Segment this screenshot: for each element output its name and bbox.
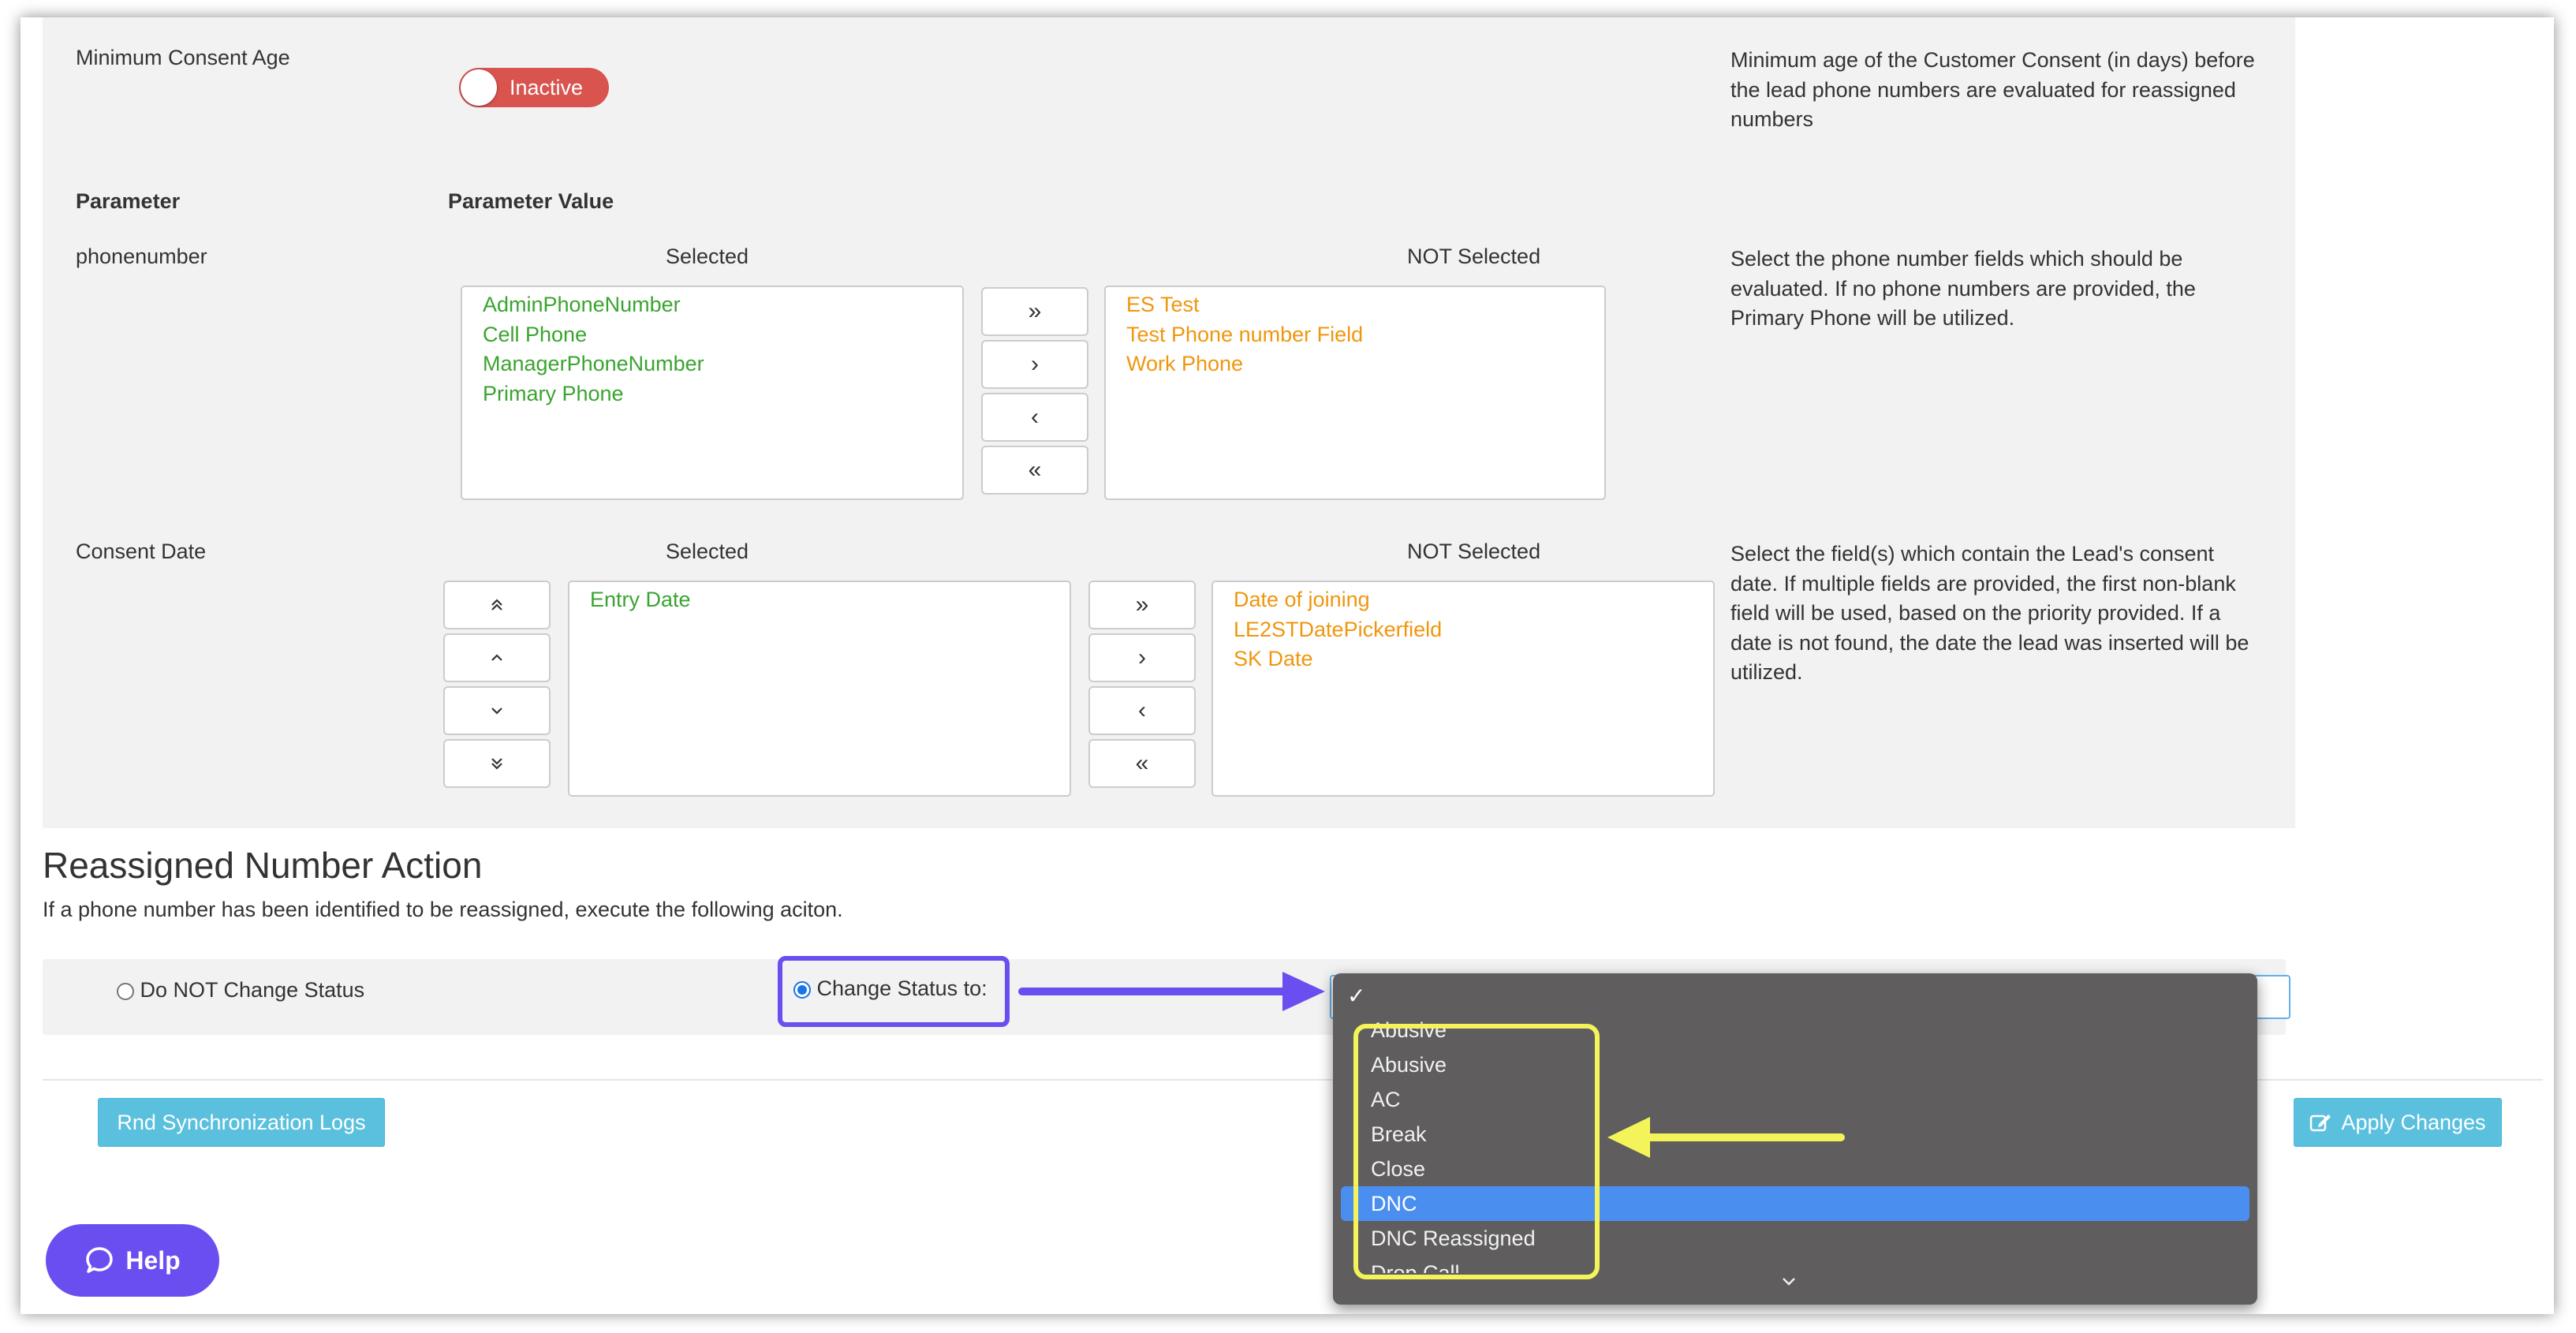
list-item[interactable]: Entry Date xyxy=(569,585,1070,615)
toggle-state-label: Inactive xyxy=(510,76,584,99)
help-button[interactable]: Help xyxy=(46,1224,219,1297)
move-left-button[interactable]: ‹ xyxy=(981,393,1088,442)
phonenumber-move-buttons: » › ‹ « xyxy=(981,287,1088,498)
consent-date-not-selected-header: NOT Selected xyxy=(1407,540,1541,563)
toggle-knob xyxy=(461,69,497,106)
move-up-button[interactable] xyxy=(443,633,551,682)
list-item[interactable]: Date of joining xyxy=(1213,585,1713,615)
move-all-left-button[interactable]: « xyxy=(981,446,1088,495)
parameter-value-column-header: Parameter Value xyxy=(448,189,614,213)
parameter-column-header: Parameter xyxy=(76,189,181,213)
phonenumber-selected-list[interactable]: AdminPhoneNumber Cell Phone ManagerPhone… xyxy=(461,286,964,500)
list-item[interactable]: ES Test xyxy=(1106,290,1604,320)
double-chevron-down-icon xyxy=(491,758,502,770)
app-window: Minimum Consent Age Inactive Minimum age… xyxy=(21,17,2554,1314)
consent-age-description: Minimum age of the Customer Consent (in … xyxy=(1730,48,2255,131)
consent-date-selected-list[interactable]: Entry Date xyxy=(568,581,1071,797)
move-right-button[interactable]: › xyxy=(1088,633,1196,682)
chevron-down-icon xyxy=(491,708,502,715)
phonenumber-description: Select the phone number fields which sho… xyxy=(1730,247,2196,330)
reassigned-action-title: Reassigned Number Action xyxy=(43,845,483,886)
consent-age-label: Minimum Consent Age xyxy=(76,46,290,69)
move-to-bottom-button[interactable] xyxy=(443,739,551,788)
consent-date-description: Select the field(s) which contain the Le… xyxy=(1730,542,2249,684)
chat-bubble-icon xyxy=(86,1247,114,1273)
move-down-button[interactable] xyxy=(443,686,551,735)
annotation-highlight-options xyxy=(1353,1024,1600,1279)
option-no-change[interactable]: Do NOT Change Status xyxy=(117,978,364,1003)
phonenumber-selected-header: Selected xyxy=(666,245,749,268)
list-item[interactable]: LE2STDatePickerfield xyxy=(1213,615,1713,645)
apply-changes-button[interactable]: Apply Changes xyxy=(2294,1098,2502,1147)
list-item[interactable]: AdminPhoneNumber xyxy=(462,290,962,320)
list-item[interactable]: Work Phone xyxy=(1106,349,1604,379)
move-all-right-button[interactable]: » xyxy=(981,287,1088,336)
phonenumber-not-selected-header: NOT Selected xyxy=(1407,245,1541,268)
apply-changes-label: Apply Changes xyxy=(2341,1110,2486,1134)
list-item[interactable]: Test Phone number Field xyxy=(1106,320,1604,350)
move-all-right-button[interactable]: » xyxy=(1088,581,1196,629)
list-item[interactable]: Primary Phone xyxy=(462,379,962,409)
consent-date-not-selected-list[interactable]: Date of joining LE2STDatePickerfield SK … xyxy=(1211,581,1715,797)
list-item[interactable]: Cell Phone xyxy=(462,320,962,350)
move-to-top-button[interactable] xyxy=(443,581,551,629)
config-panel: Minimum Consent Age Inactive Minimum age… xyxy=(43,17,2295,828)
consent-date-order-buttons xyxy=(443,581,551,792)
consent-age-toggle[interactable]: Inactive xyxy=(459,68,609,107)
consent-date-move-buttons: » › ‹ « xyxy=(1088,581,1196,792)
consent-date-label: Consent Date xyxy=(76,540,207,563)
move-right-button[interactable]: › xyxy=(981,340,1088,389)
phonenumber-label: phonenumber xyxy=(76,245,207,268)
radio-no-change[interactable] xyxy=(117,982,134,1000)
edit-icon xyxy=(2310,1115,2331,1132)
help-label: Help xyxy=(125,1245,181,1275)
move-all-left-button[interactable]: « xyxy=(1088,739,1196,788)
checkmark-icon: ✓ xyxy=(1347,984,1366,1008)
chevron-up-icon xyxy=(491,654,502,661)
list-item[interactable]: ManagerPhoneNumber xyxy=(462,349,962,379)
move-left-button[interactable]: ‹ xyxy=(1088,686,1196,735)
consent-date-selected-header: Selected xyxy=(666,540,749,563)
list-item[interactable]: SK Date xyxy=(1213,644,1713,674)
option-no-change-label: Do NOT Change Status xyxy=(140,978,365,1002)
scroll-down-chevron-icon[interactable] xyxy=(1779,1275,1798,1289)
reassigned-action-subtitle: If a phone number has been identified to… xyxy=(43,898,843,921)
double-chevron-up-icon xyxy=(491,599,502,610)
sync-logs-button[interactable]: Rnd Synchronization Logs xyxy=(98,1098,385,1147)
phonenumber-not-selected-list[interactable]: ES Test Test Phone number Field Work Pho… xyxy=(1104,286,1606,500)
annotation-highlight-box xyxy=(778,956,1010,1027)
